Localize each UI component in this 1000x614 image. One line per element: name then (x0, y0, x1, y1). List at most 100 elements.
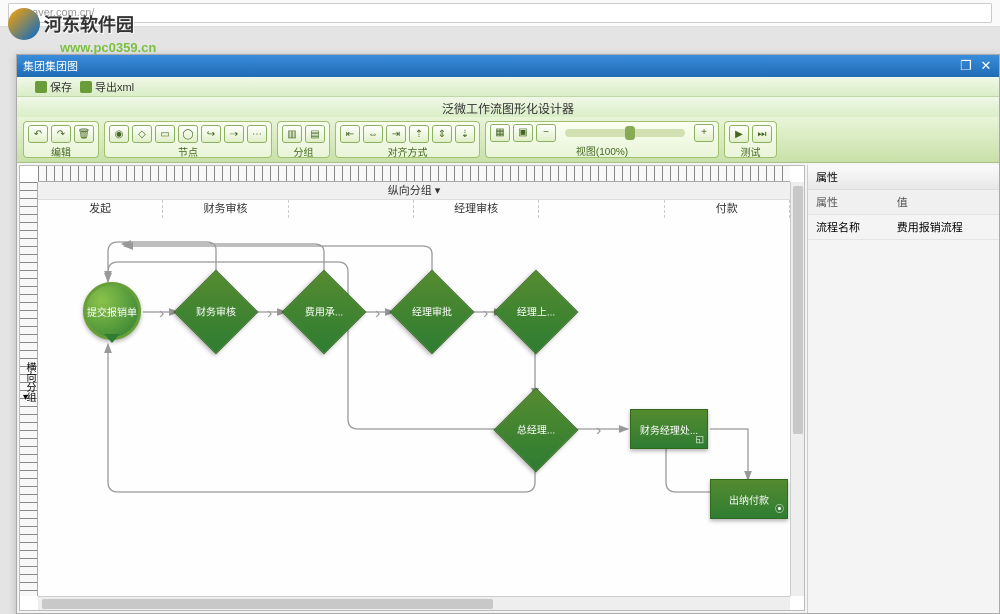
save-button[interactable]: 保存 (35, 79, 72, 95)
node-decision-button[interactable]: ◇ (132, 125, 152, 143)
play-button[interactable]: ▶ (729, 125, 749, 143)
properties-title: 属性 (808, 165, 999, 190)
group-view: ▦ ▣ − + 视图(100%) (485, 121, 719, 158)
export-icon (80, 81, 92, 93)
prop-header-attr: 属性 (808, 190, 889, 215)
zoom-slider[interactable] (565, 129, 685, 137)
edit-label: 编辑 (28, 144, 94, 159)
node-label: 节点 (109, 144, 267, 159)
end-icon: ⦿ (775, 502, 784, 515)
view-label: 视图(100%) (490, 143, 714, 158)
properties-table: 属性值 流程名称费用报销流程 (808, 190, 999, 240)
window-titlebar[interactable]: 集团集团图 ❐ ✕ (17, 55, 999, 77)
logo-icon (8, 8, 40, 40)
align-bottom-button[interactable]: ⇣ (455, 125, 475, 143)
lane-5: 付款 (665, 200, 790, 218)
v-group-label: 纵向分组 (388, 185, 432, 197)
address-bar[interactable]: .weaver.com.cn/ (8, 3, 992, 23)
browser-chrome: .weaver.com.cn/ (0, 0, 1000, 27)
ruler-horizontal (38, 166, 790, 182)
node-n7-label: 出纳付款 (729, 492, 769, 507)
chevron-down-icon[interactable]: ▾ (23, 392, 28, 403)
node-cost-bearer[interactable]: 费用承... (294, 282, 354, 342)
canvas[interactable]: 纵向分组 ▾ 发起 财务审核 经理审核 付款 (38, 182, 790, 596)
export-xml-button[interactable]: 导出xml (80, 79, 134, 95)
lane-1: 财务审核 (163, 200, 288, 218)
node-start-button[interactable]: ◉ (109, 125, 129, 143)
node-n3-label: 经理审批 (402, 283, 462, 343)
step-button[interactable]: ⏭ (752, 125, 772, 143)
flow-dot: › (267, 305, 272, 323)
node-manager-approve[interactable]: 经理审批 (402, 282, 462, 342)
align-right-button[interactable]: ⇥ (386, 125, 406, 143)
lane-0: 发起 (38, 200, 163, 218)
sub-icon: ◱ (695, 434, 704, 445)
window-close-icon[interactable]: ✕ (979, 59, 993, 73)
group-label: 分组 (282, 144, 325, 159)
group-node: ◉ ◇ ▭ ◯ ↪ ⇢ ⋯ 节点 (104, 121, 272, 158)
align-middle-button[interactable]: ⇕ (432, 125, 452, 143)
prop-attr-cell: 流程名称 (808, 215, 889, 240)
lane-2 (289, 200, 414, 218)
site-logo-watermark: 河东软件园 (8, 8, 134, 40)
node-start-label: 提交报销单 (87, 304, 137, 319)
export-label: 导出xml (95, 79, 134, 95)
node-rect-button[interactable]: ▭ (155, 125, 175, 143)
chevron-down-icon[interactable]: ▾ (435, 185, 441, 197)
prop-val-cell[interactable]: 费用报销流程 (889, 215, 999, 240)
group-h-button[interactable]: ▤ (305, 125, 325, 143)
undo-button[interactable]: ↶ (28, 125, 48, 143)
properties-panel: 属性 属性值 流程名称费用报销流程 (807, 165, 999, 613)
group-align: ⇤ ⇔ ⇥ ⇡ ⇕ ⇣ 对齐方式 (335, 121, 480, 158)
scrollbar-vertical[interactable] (790, 182, 804, 596)
node-link-button[interactable]: ↪ (201, 125, 221, 143)
window-title: 集团集团图 (23, 58, 78, 74)
node-extra-button[interactable]: ⋯ (247, 125, 267, 143)
logo-text: 河东软件园 (44, 11, 134, 37)
flow-dot: › (483, 305, 488, 323)
view-actual-button[interactable]: ▣ (513, 124, 533, 142)
group-edit: ↶ ↷ 🗑 编辑 (23, 121, 99, 158)
workspace: 横向分组 ▾ 纵向分组 ▾ 发起 财务审核 经理审核 付款 (17, 165, 999, 613)
v-group-header: 纵向分组 ▾ (38, 182, 790, 200)
node-finance-manager[interactable]: 财务经理处...◱ (630, 409, 708, 449)
lane-headers: 发起 财务审核 经理审核 付款 (38, 200, 790, 218)
app-window: 集团集团图 ❐ ✕ 保存 导出xml 泛微工作流图形化设计器 ↶ ↷ 🗑 编辑 … (16, 54, 1000, 614)
node-end-button[interactable]: ◯ (178, 125, 198, 143)
scrollbar-horizontal[interactable] (38, 596, 790, 610)
flow-dot: › (375, 305, 380, 323)
scroll-thumb-h[interactable] (42, 599, 493, 609)
app-title: 泛微工作流图形化设计器 (17, 97, 999, 117)
window-restore-icon[interactable]: ❐ (959, 59, 973, 73)
group-test: ▶ ⏭ 测试 (724, 121, 777, 158)
align-top-button[interactable]: ⇡ (409, 125, 429, 143)
view-fit-button[interactable]: ▦ (490, 124, 510, 142)
align-left-button[interactable]: ⇤ (340, 125, 360, 143)
node-cashier-pay[interactable]: 出纳付款 ⦿ (710, 479, 788, 519)
align-center-button[interactable]: ⇔ (363, 125, 383, 143)
ruler-vertical: 横向分组 ▾ (20, 182, 38, 596)
node-finance-audit[interactable]: 财务审核 (186, 282, 246, 342)
node-n6-label: 财务经理处... (640, 422, 698, 437)
canvas-wrap: 横向分组 ▾ 纵向分组 ▾ 发起 财务审核 经理审核 付款 (19, 165, 805, 611)
delete-button[interactable]: 🗑 (74, 125, 94, 143)
zoom-out-button[interactable]: − (536, 124, 556, 142)
align-label: 对齐方式 (340, 144, 475, 159)
node-n4-label: 经理上... (506, 283, 566, 343)
node-connector-button[interactable]: ⇢ (224, 125, 244, 143)
group-v-button[interactable]: ▥ (282, 125, 302, 143)
node-start[interactable]: 提交报销单 (83, 282, 141, 340)
redo-button[interactable]: ↷ (51, 125, 71, 143)
file-toolbar: 保存 导出xml (17, 77, 999, 97)
save-label: 保存 (50, 79, 72, 95)
node-general-manager[interactable]: 总经理... (506, 400, 566, 460)
scroll-thumb-v[interactable] (793, 186, 803, 434)
table-row[interactable]: 流程名称费用报销流程 (808, 215, 999, 240)
zoom-in-button[interactable]: + (694, 124, 714, 142)
save-icon (35, 81, 47, 93)
node-manager-superior[interactable]: 经理上... (506, 282, 566, 342)
node-n1-label: 财务审核 (186, 283, 246, 343)
lane-4 (539, 200, 664, 218)
flow-arrows (38, 182, 790, 596)
node-n5-label: 总经理... (506, 401, 566, 461)
